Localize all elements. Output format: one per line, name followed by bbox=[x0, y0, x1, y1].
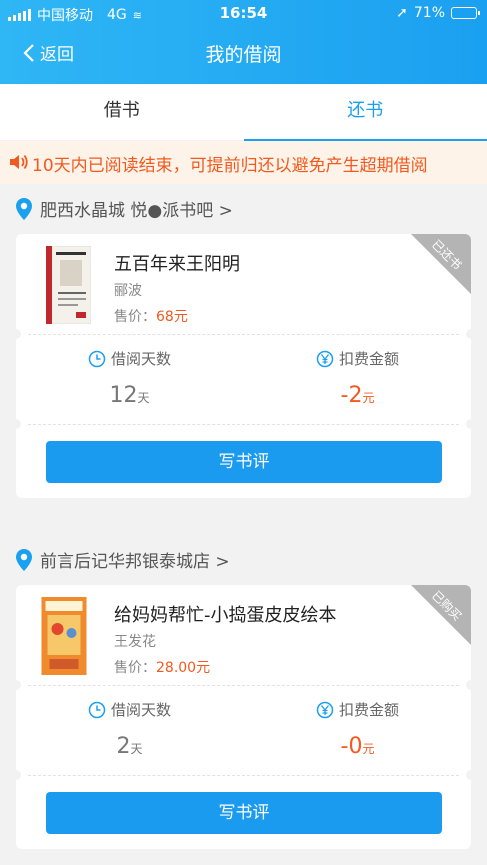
location-arrow-icon: ➚ bbox=[396, 5, 408, 21]
book-author: 王发花 bbox=[114, 634, 156, 650]
borrow-record-card: 五百年来王阳明 郦波 售价：68元 已还书 借阅天数 12天 扣费金额 -2元 … bbox=[16, 234, 471, 498]
notice-bar: 10天内已阅读结束，可提前归还以避免产生超期借阅 bbox=[0, 141, 487, 184]
book-info[interactable]: 五百年来王阳明 郦波 售价：68元 已还书 bbox=[16, 234, 471, 334]
location-pin-icon bbox=[16, 197, 32, 220]
book-author: 郦波 bbox=[114, 283, 142, 299]
status-badge: 已还书 bbox=[411, 234, 471, 294]
fee-value: -0 bbox=[340, 734, 363, 759]
price-value: 68元 bbox=[156, 309, 188, 325]
tab-bar: 借书 还书 bbox=[0, 84, 487, 142]
borrow-days-unit: 天 bbox=[137, 391, 150, 405]
borrow-days-label: 借阅天数 bbox=[110, 350, 171, 368]
location-pin-icon bbox=[16, 548, 32, 571]
store-link[interactable]: 肥西水晶城 悦●派书吧 > bbox=[14, 196, 233, 221]
divider bbox=[28, 775, 459, 776]
store-name: 肥西水晶城 悦●派书吧 > bbox=[40, 201, 233, 221]
borrow-days-label: 借阅天数 bbox=[110, 701, 171, 719]
fee-stat: 扣费金额 -0元 bbox=[244, 699, 471, 759]
fee-unit: 元 bbox=[362, 391, 375, 405]
clock-icon bbox=[88, 701, 106, 718]
yen-icon bbox=[316, 701, 334, 718]
price-label: 售价： bbox=[114, 309, 156, 325]
borrow-days-value: 2 bbox=[116, 734, 131, 759]
status-badge: 已购买 bbox=[411, 585, 471, 645]
price-label: 售价： bbox=[114, 660, 156, 676]
clock-icon bbox=[88, 350, 106, 367]
book-cover bbox=[41, 597, 87, 675]
price-value: 28.00元 bbox=[156, 660, 211, 676]
fee-label: 扣费金额 bbox=[338, 701, 399, 719]
borrow-days-unit: 天 bbox=[130, 742, 143, 756]
write-review-button[interactable]: 写书评 bbox=[46, 792, 442, 834]
page-title: 我的借阅 bbox=[205, 44, 282, 66]
notice-text: 10天内已阅读结束，可提前归还以避免产生超期借阅 bbox=[32, 156, 428, 176]
tab-borrow[interactable]: 借书 bbox=[0, 84, 244, 140]
divider bbox=[28, 334, 459, 335]
battery-percent: 71% bbox=[413, 5, 445, 21]
speaker-icon bbox=[10, 154, 28, 170]
book-cover bbox=[46, 246, 91, 324]
book-info[interactable]: 给妈妈帮忙-小捣蛋皮皮绘本 王发花 售价：28.00元 已购买 bbox=[16, 585, 471, 685]
borrow-record-card: 给妈妈帮忙-小捣蛋皮皮绘本 王发花 售价：28.00元 已购买 借阅天数 2天 … bbox=[16, 585, 471, 849]
battery-icon bbox=[451, 7, 480, 19]
borrow-days-value: 12 bbox=[109, 383, 138, 408]
app-header: 中国移动 4G ≋ 16:54 ➚ 71% 返回 我的借阅 bbox=[0, 0, 487, 84]
yen-icon bbox=[316, 350, 334, 367]
fee-label: 扣费金额 bbox=[338, 350, 399, 368]
fee-stat: 扣费金额 -2元 bbox=[244, 348, 471, 408]
book-price: 售价：68元 bbox=[114, 306, 188, 326]
divider bbox=[28, 424, 459, 425]
store-link[interactable]: 前言后记华邦银泰城店 > bbox=[14, 547, 230, 572]
book-price: 售价：28.00元 bbox=[114, 657, 210, 677]
status-bar: 中国移动 4G ≋ 16:54 ➚ 71% bbox=[0, 0, 487, 28]
borrow-days-stat: 借阅天数 2天 bbox=[16, 699, 243, 759]
book-title: 给妈妈帮忙-小捣蛋皮皮绘本 bbox=[114, 605, 337, 626]
store-name: 前言后记华邦银泰城店 > bbox=[40, 552, 230, 572]
fee-value: -2 bbox=[340, 383, 363, 408]
tab-return[interactable]: 还书 bbox=[243, 84, 487, 142]
book-title: 五百年来王阳明 bbox=[114, 254, 240, 275]
borrow-days-stat: 借阅天数 12天 bbox=[16, 348, 243, 408]
fee-unit: 元 bbox=[362, 742, 375, 756]
write-review-button[interactable]: 写书评 bbox=[46, 441, 442, 483]
divider bbox=[28, 685, 459, 686]
